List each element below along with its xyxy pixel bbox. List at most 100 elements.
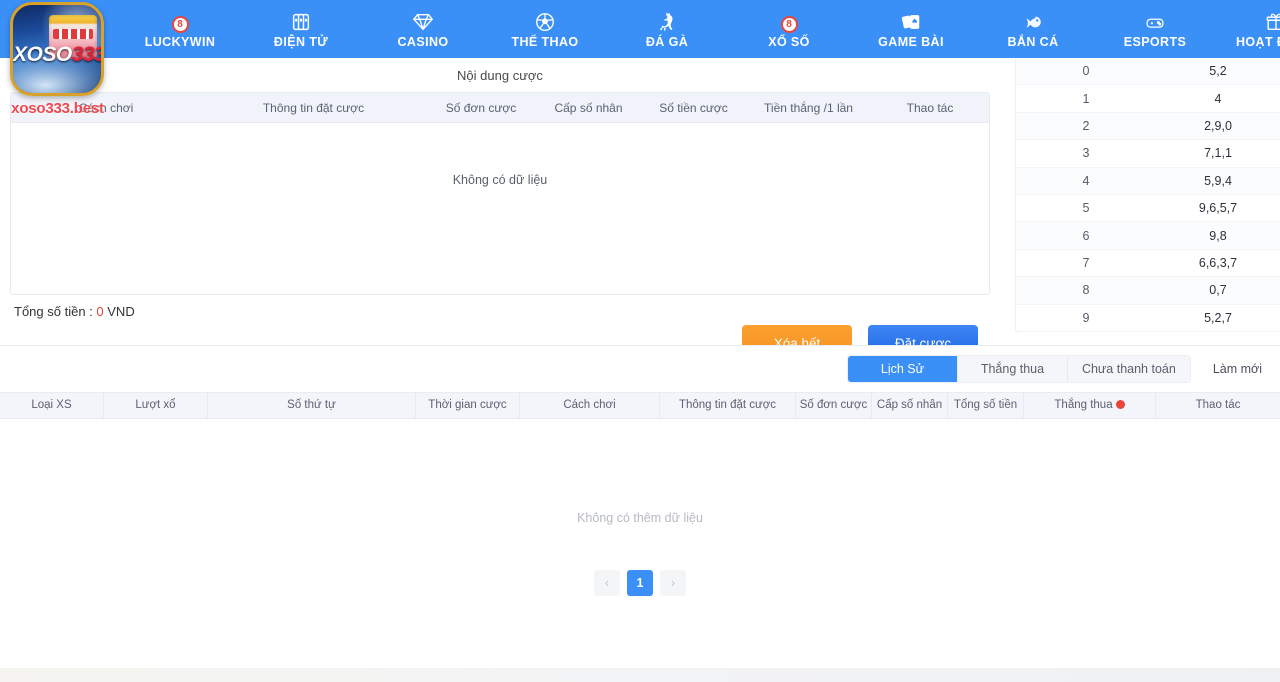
tab-lich-su[interactable]: Lịch Sử bbox=[848, 356, 958, 382]
number-key: 2 bbox=[1016, 119, 1156, 133]
bet-table-header: Cách chơi Thông tin đặt cược Số đơn cược… bbox=[11, 93, 989, 123]
nav-item-gamebai-label: GAME BÀI bbox=[878, 36, 944, 49]
number-row[interactable]: 6 9,8 bbox=[1016, 222, 1280, 249]
number-value: 2,9,0 bbox=[1156, 119, 1280, 133]
bet-table: Cách chơi Thông tin đặt cược Số đơn cược… bbox=[10, 92, 990, 295]
number-row[interactable]: 8 0,7 bbox=[1016, 277, 1280, 304]
main-navigation: T 8 LUCKYWIN ĐIỆN TỬ CASINO bbox=[0, 0, 1280, 58]
soccer-ball-icon bbox=[534, 9, 556, 33]
hist-col-loaixs: Loại XS bbox=[0, 392, 104, 419]
number-value: 9,6,5,7 bbox=[1156, 201, 1280, 215]
nav-item-hoatdong[interactable]: HOẠT ĐỘNG bbox=[1216, 0, 1280, 58]
footer-band bbox=[0, 668, 1280, 682]
logo-wordmark-white: XOSO bbox=[13, 43, 72, 66]
badge-8-count: 8 bbox=[172, 16, 189, 33]
hist-col-thoigiancuoc: Thời gian cược bbox=[416, 392, 520, 419]
number-value: 7,1,1 bbox=[1156, 146, 1280, 160]
diamond-icon bbox=[412, 9, 434, 33]
history-section: Lịch Sử Thắng thua Chưa thanh toán Làm m… bbox=[0, 346, 1280, 640]
info-badge-icon bbox=[1116, 400, 1125, 409]
tab-thang-thua[interactable]: Thắng thua bbox=[958, 356, 1068, 382]
logo-wordmark: XOSO333 bbox=[13, 44, 101, 65]
gamepad-icon bbox=[1143, 9, 1167, 33]
number-key: 4 bbox=[1016, 174, 1156, 188]
number-key: 7 bbox=[1016, 256, 1156, 270]
number-key: 0 bbox=[1016, 64, 1156, 78]
number-row[interactable]: 9 5,2,7 bbox=[1016, 305, 1280, 332]
hist-col-thangthua: Thắng thua bbox=[1024, 392, 1156, 419]
bet-col-sodon: Số đơn cược bbox=[426, 101, 536, 115]
nav-item-casino-label: CASINO bbox=[397, 36, 448, 49]
total-amount-value: 0 bbox=[96, 304, 103, 319]
number-key: 3 bbox=[1016, 146, 1156, 160]
bet-panel-title: Nội dung cược bbox=[0, 58, 1000, 92]
number-row[interactable]: 2 2,9,0 bbox=[1016, 113, 1280, 140]
nav-item-daga-label: ĐÁ GÀ bbox=[646, 36, 688, 49]
nav-item-banca-label: BẮN CÁ bbox=[1007, 36, 1058, 49]
nav-item-thethao[interactable]: THỂ THAO bbox=[484, 0, 606, 58]
bet-col-thongtin: Thông tin đặt cược bbox=[201, 101, 426, 115]
slot-machine-icon bbox=[290, 9, 312, 33]
hist-col-sothutu: Số thứ tự bbox=[208, 392, 416, 419]
logo-domain-label: xoso333.best bbox=[10, 100, 105, 117]
tab-chua-thanh-toan[interactable]: Chưa thanh toán bbox=[1068, 356, 1190, 382]
history-table-header: Loại XS Lượt xổ Số thứ tự Thời gian cược… bbox=[0, 392, 1280, 419]
badge-8-icon: 8 bbox=[172, 9, 189, 33]
nav-item-xoso-label: XỔ SỐ bbox=[768, 36, 810, 49]
page-body: Nội dung cược Cách chơi Thông tin đặt cư… bbox=[0, 58, 1280, 640]
nav-item-dientu[interactable]: ĐIỆN TỬ bbox=[240, 0, 362, 58]
nav-item-dientu-label: ĐIỆN TỬ bbox=[274, 36, 328, 49]
hist-col-tongsotien: Tổng số tiền bbox=[948, 392, 1024, 419]
number-row[interactable]: 3 7,1,1 bbox=[1016, 140, 1280, 167]
total-amount-label: Tổng số tiền : bbox=[14, 304, 93, 319]
hist-col-thongtin: Thông tin đặt cược bbox=[660, 392, 796, 419]
playing-cards-icon bbox=[899, 9, 923, 33]
number-value: 5,2,7 bbox=[1156, 311, 1280, 325]
top-region: Nội dung cược Cách chơi Thông tin đặt cư… bbox=[0, 58, 1280, 345]
nav-item-luckywin-label: LUCKYWIN bbox=[145, 36, 216, 49]
badge-8-icon: 8 bbox=[781, 9, 798, 33]
number-row[interactable]: 5 9,6,5,7 bbox=[1016, 195, 1280, 222]
number-value: 9,8 bbox=[1156, 229, 1280, 243]
bet-content-panel: Nội dung cược Cách chơi Thông tin đặt cư… bbox=[0, 58, 1000, 339]
pagination-page-1[interactable]: 1 bbox=[627, 570, 653, 596]
number-row[interactable]: 1 4 bbox=[1016, 85, 1280, 112]
refresh-button[interactable]: Làm mới bbox=[1213, 362, 1262, 376]
number-row[interactable]: 7 6,6,3,7 bbox=[1016, 250, 1280, 277]
bet-col-tienthang: Tiền thắng /1 lần bbox=[746, 101, 871, 115]
nav-item-esports-label: ESPORTS bbox=[1124, 36, 1187, 49]
number-row[interactable]: 4 5,9,4 bbox=[1016, 168, 1280, 195]
rooster-icon bbox=[656, 9, 678, 33]
number-value: 5,9,4 bbox=[1156, 174, 1280, 188]
number-key: 5 bbox=[1016, 201, 1156, 215]
logo-wordmark-red: 333 bbox=[72, 43, 104, 66]
number-row[interactable]: 0 5,2 bbox=[1016, 58, 1280, 85]
bet-totals-row: Tổng số tiền : 0 VND Xóa hết Đặt cược bbox=[0, 283, 1000, 339]
nav-item-xoso[interactable]: 8 XỔ SỐ bbox=[728, 0, 850, 58]
number-value: 0,7 bbox=[1156, 283, 1280, 297]
pagination: ‹ 1 › bbox=[0, 570, 1280, 596]
nav-item-casino[interactable]: CASINO bbox=[362, 0, 484, 58]
nav-item-banca[interactable]: BẮN CÁ bbox=[972, 0, 1094, 58]
number-value: 5,2 bbox=[1156, 64, 1280, 78]
pagination-next-button[interactable]: › bbox=[660, 570, 686, 596]
fish-icon bbox=[1021, 9, 1045, 33]
nav-item-daga[interactable]: ĐÁ GÀ bbox=[606, 0, 728, 58]
nav-item-luckywin[interactable]: 8 LUCKYWIN bbox=[120, 0, 240, 58]
nav-item-esports[interactable]: ESPORTS bbox=[1094, 0, 1216, 58]
logo-image: XOSO333 bbox=[10, 2, 104, 96]
bet-col-sotien: Số tiền cược bbox=[641, 101, 746, 115]
history-tabs: Lịch Sử Thắng thua Chưa thanh toán bbox=[847, 355, 1191, 383]
nav-item-hoatdong-label: HOẠT ĐỘNG bbox=[1236, 36, 1280, 49]
site-logo[interactable]: XOSO333 xoso333.best bbox=[10, 2, 105, 117]
hist-col-sodoncuoc: Số đơn cược bbox=[796, 392, 872, 419]
pagination-prev-button[interactable]: ‹ bbox=[594, 570, 620, 596]
bet-table-empty-message: Không có dữ liệu bbox=[11, 123, 989, 187]
number-key: 1 bbox=[1016, 92, 1156, 106]
history-toolbar: Lịch Sử Thắng thua Chưa thanh toán Làm m… bbox=[0, 346, 1280, 392]
hist-col-luotxo: Lượt xổ bbox=[104, 392, 208, 419]
number-statistics-panel: 0 5,2 1 4 2 2,9,0 3 7,1,1 4 5,9,4 5 9,6,… bbox=[1015, 58, 1280, 336]
nav-item-gamebai[interactable]: GAME BÀI bbox=[850, 0, 972, 58]
bet-col-capsonhan: Cấp số nhân bbox=[536, 101, 641, 115]
number-value: 4 bbox=[1156, 92, 1280, 106]
